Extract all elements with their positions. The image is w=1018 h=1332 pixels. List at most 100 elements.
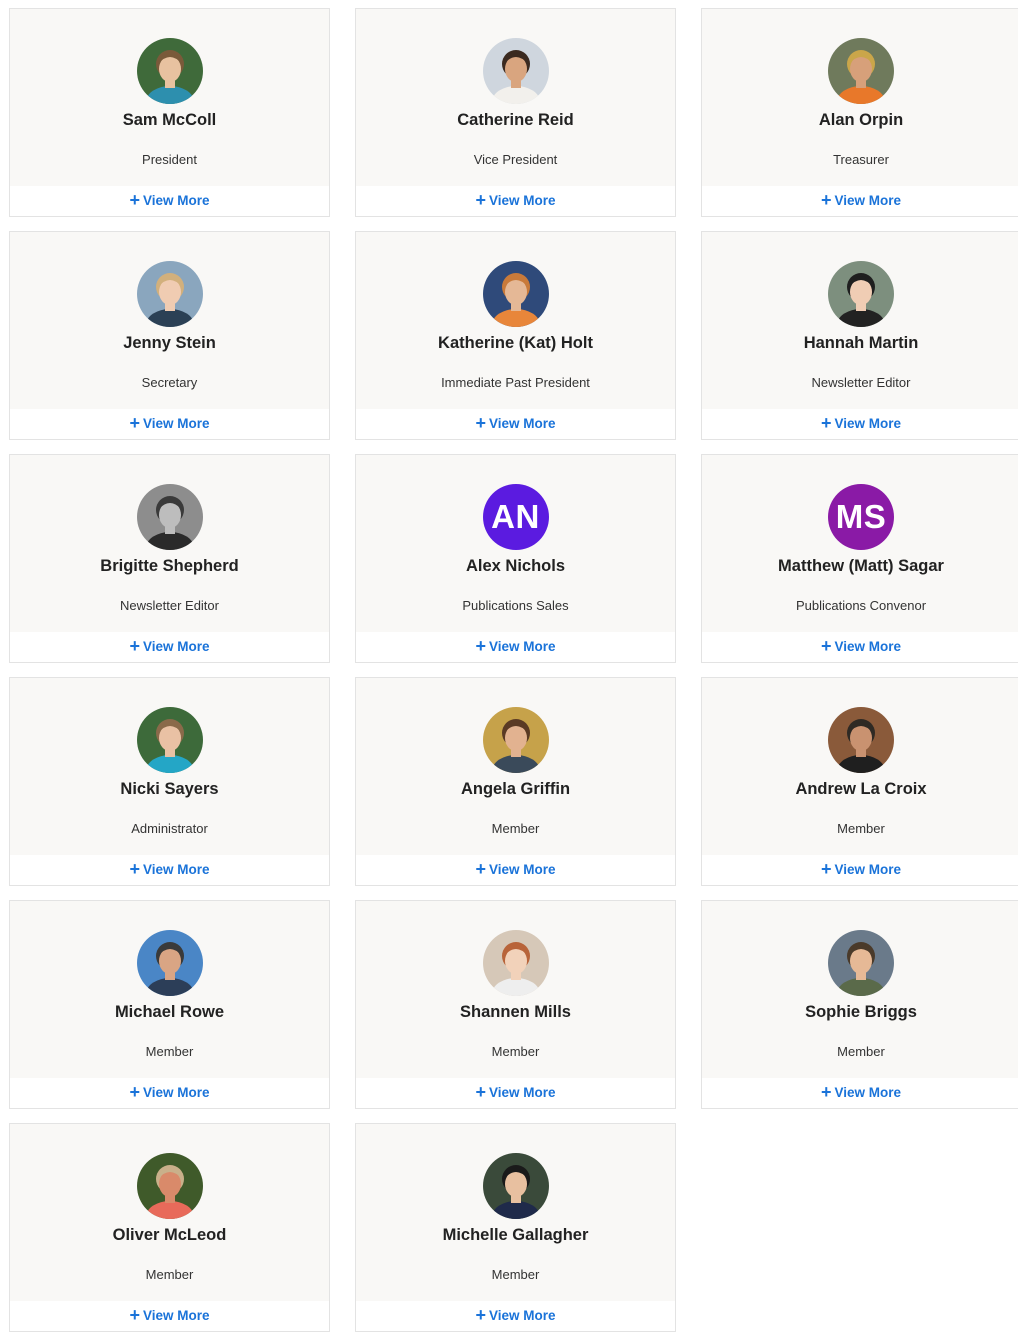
avatar-initials-text: MS [835, 498, 887, 535]
avatar-photo [136, 1153, 203, 1219]
member-name: Katherine (Kat) Holt [438, 334, 593, 352]
avatar-photo [136, 707, 203, 773]
view-more-button[interactable]: + View More [356, 636, 675, 656]
view-more-label: View More [142, 862, 210, 877]
view-more-label: View More [488, 639, 556, 654]
avatar [482, 38, 549, 104]
member-name: Michelle Gallagher [442, 1226, 589, 1244]
plus-icon: + [820, 190, 832, 210]
avatar [136, 930, 203, 996]
avatar-photo [482, 707, 549, 773]
member-card: MS Matthew (Matt) Sagar Publications Con… [701, 454, 1018, 663]
avatar [136, 261, 203, 327]
view-more-button[interactable]: + View More [10, 1082, 329, 1102]
avatar-photo [828, 930, 894, 996]
view-more-label: View More [142, 1085, 210, 1100]
view-more-button[interactable]: + View More [702, 636, 1018, 656]
member-role: Administrator [131, 821, 208, 836]
member-role: Member [145, 1044, 194, 1059]
avatar-photo [136, 38, 203, 104]
plus-icon: + [475, 636, 486, 656]
member-role: Secretary [141, 375, 198, 390]
member-name: Matthew (Matt) Sagar [778, 557, 944, 575]
member-role: Member [491, 1044, 540, 1059]
view-more-button[interactable]: + View More [356, 1306, 675, 1324]
avatar [482, 1153, 549, 1219]
plus-icon: + [820, 636, 832, 656]
view-more-button[interactable]: + View More [356, 414, 675, 432]
avatar-photo [482, 930, 549, 996]
view-more-button[interactable]: + View More [702, 859, 1018, 879]
member-card: Shannen Mills Member + View More [355, 900, 676, 1109]
member-role: Member [837, 1044, 885, 1059]
avatar [828, 707, 894, 773]
member-name: Nicki Sayers [120, 780, 219, 798]
avatar-photo [828, 38, 894, 104]
member-card: Nicki Sayers Administrator + View More [9, 677, 330, 886]
member-name: Sam McColl [122, 111, 217, 129]
avatar-photo [136, 261, 203, 327]
plus-icon: + [475, 190, 486, 210]
member-name: Oliver McLeod [112, 1226, 227, 1244]
avatar-photo [482, 1153, 549, 1219]
member-name: Hannah Martin [803, 334, 919, 352]
member-name: Sophie Briggs [805, 1003, 917, 1021]
view-more-label: View More [142, 416, 210, 431]
view-more-button[interactable]: + View More [356, 1083, 675, 1101]
member-card: Catherine Reid Vice President + View More [355, 8, 676, 217]
plus-icon: + [475, 859, 486, 879]
view-more-button[interactable]: + View More [10, 859, 329, 879]
view-more-button[interactable]: + View More [356, 859, 675, 879]
view-more-button[interactable]: + View More [702, 413, 1018, 433]
member-role: Immediate Past President [441, 375, 590, 390]
member-name: Angela Griffin [460, 780, 571, 798]
member-name: Alan Orpin [818, 111, 904, 129]
avatar [482, 261, 549, 327]
member-name: Alex Nichols [465, 557, 566, 575]
member-card: Katherine (Kat) Holt Immediate Past Pres… [355, 231, 676, 440]
view-more-button[interactable]: + View More [356, 190, 675, 210]
avatar [136, 707, 203, 773]
view-more-label: View More [834, 639, 902, 654]
member-name: Jenny Stein [123, 334, 216, 352]
avatar-initials: AN [482, 484, 549, 550]
plus-icon: + [129, 859, 140, 879]
view-more-label: View More [834, 862, 902, 877]
member-card: Sam McColl President + View More [9, 8, 330, 217]
avatar-photo [136, 484, 203, 550]
plus-icon: + [129, 413, 140, 433]
plus-icon: + [129, 1082, 140, 1102]
member-card: Jenny Stein Secretary + View More [9, 231, 330, 440]
view-more-button[interactable]: + View More [10, 413, 329, 433]
view-more-label: View More [142, 1308, 210, 1323]
avatar-initials-text: AN [491, 498, 540, 535]
member-role: Publications Convenor [795, 598, 927, 613]
member-role: Newsletter Editor [811, 375, 911, 390]
view-more-button[interactable]: + View More [10, 190, 329, 210]
member-card: Brigitte Shepherd Newsletter Editor + Vie… [9, 454, 330, 663]
plus-icon: + [129, 190, 140, 210]
member-card: Angela Griffin Member + View More [355, 677, 676, 886]
view-more-label: View More [142, 639, 210, 654]
view-more-button[interactable]: + View More [10, 637, 329, 655]
member-role: Treasurer [833, 152, 889, 167]
view-more-label: View More [142, 193, 210, 208]
view-more-button[interactable]: + View More [10, 1305, 329, 1325]
avatar-photo [136, 930, 203, 996]
member-card: Michelle Gallagher Member + View More [355, 1123, 676, 1332]
avatar [828, 930, 894, 996]
view-more-button[interactable]: + View More [702, 190, 1018, 210]
member-card: Sophie Briggs Member + View More [701, 900, 1018, 1109]
plus-icon: + [820, 1082, 832, 1102]
member-name: Michael Rowe [114, 1003, 225, 1021]
avatar [482, 707, 549, 773]
view-more-label: View More [488, 1085, 556, 1100]
avatar [136, 484, 203, 550]
view-more-button[interactable]: + View More [702, 1082, 1018, 1102]
member-role: President [142, 152, 197, 167]
member-role: Vice President [473, 152, 558, 167]
plus-icon: + [129, 1305, 140, 1325]
avatar [828, 38, 894, 104]
plus-icon: + [820, 413, 832, 433]
plus-icon: + [820, 859, 832, 879]
